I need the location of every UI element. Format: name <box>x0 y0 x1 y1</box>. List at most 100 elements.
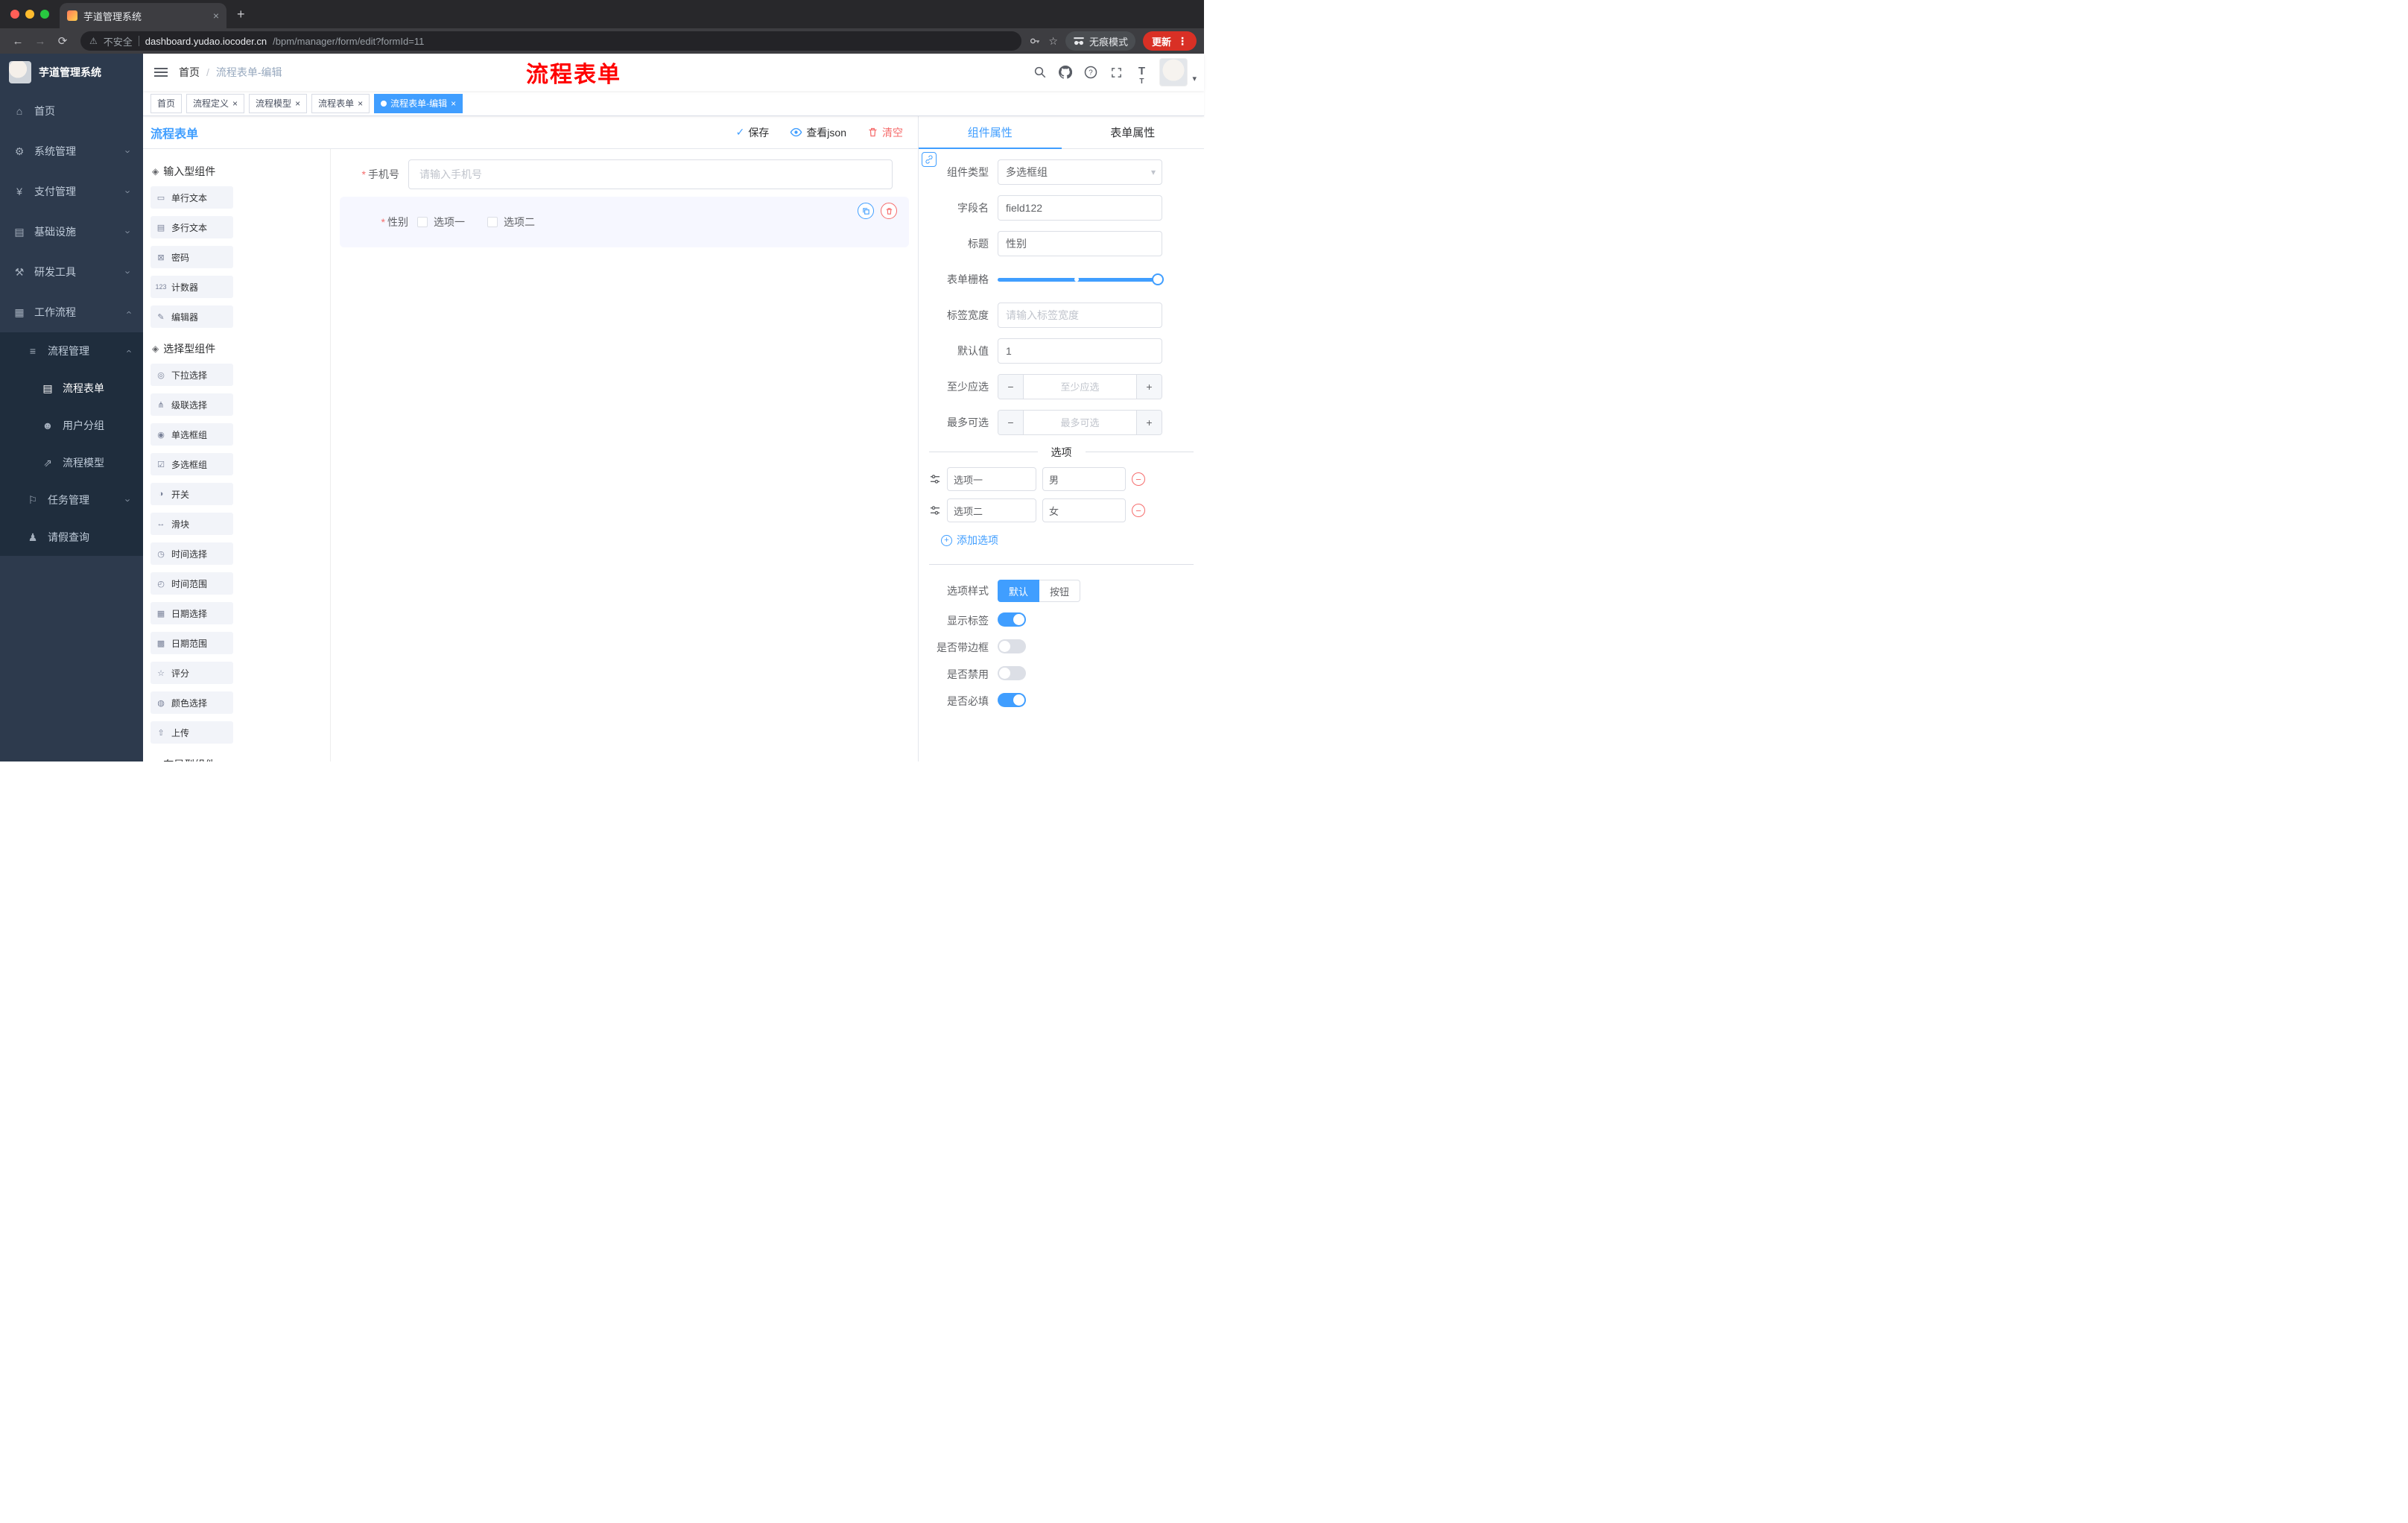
view-json-button[interactable]: 查看json <box>790 125 846 140</box>
font-size-icon[interactable]: TT <box>1134 65 1149 86</box>
remove-option-button[interactable] <box>1132 504 1145 517</box>
tag-close-icon[interactable] <box>232 98 238 109</box>
address-bar[interactable]: ⚠ 不安全 dashboard.yudao.iocoder.cn /bpm/ma… <box>80 31 1022 51</box>
palette-item-cascader[interactable]: ⋔ 级联选择 <box>150 393 233 416</box>
field-name-input[interactable] <box>998 195 1162 221</box>
add-option-button[interactable]: 添加选项 <box>919 533 1204 548</box>
style-button-button[interactable]: 按钮 <box>1039 580 1081 602</box>
hamburger-icon[interactable] <box>143 68 179 77</box>
palette-item-single-text[interactable]: ▭ 单行文本 <box>150 186 233 209</box>
search-icon[interactable] <box>1033 65 1048 80</box>
palette-item-select[interactable]: ◎ 下拉选择 <box>150 364 233 386</box>
forward-icon[interactable]: → <box>30 35 51 48</box>
palette-item-time-picker[interactable]: ◷ 时间选择 <box>150 542 233 565</box>
sidebar-item-process-form[interactable]: ▤ 流程表单 <box>0 370 143 407</box>
form-canvas[interactable]: 手机号 <box>331 149 918 762</box>
breadcrumb-home[interactable]: 首页 <box>179 65 200 80</box>
github-icon[interactable] <box>1058 65 1073 80</box>
palette-item-upload[interactable]: ⇧ 上传 <box>150 721 233 744</box>
browser-menu-icon[interactable] <box>1177 35 1188 48</box>
minimize-window-button[interactable] <box>25 10 34 19</box>
sidebar-item-system[interactable]: ⚙ 系统管理 <box>0 131 143 171</box>
drag-handle-icon[interactable] <box>929 473 941 485</box>
tag-close-icon[interactable] <box>451 98 456 109</box>
required-switch[interactable] <box>998 693 1026 707</box>
tab-component-props[interactable]: 组件属性 <box>919 116 1062 149</box>
palette-item-time-range[interactable]: ◴ 时间范围 <box>150 572 233 595</box>
max-select-input[interactable] <box>1024 411 1136 434</box>
disabled-switch[interactable] <box>998 666 1026 680</box>
bookmark-star-icon[interactable]: ☆ <box>1048 35 1058 48</box>
sidebar-item-task-mgmt[interactable]: ⚐ 任务管理 <box>0 481 143 519</box>
tag-close-icon[interactable] <box>295 98 300 109</box>
sidebar-item-workflow[interactable]: ▦ 工作流程 <box>0 292 143 332</box>
tag-home[interactable]: 首页 <box>150 93 183 113</box>
palette-item-date-picker[interactable]: ▦ 日期选择 <box>150 602 233 624</box>
default-value-input[interactable] <box>998 338 1162 364</box>
style-default-button[interactable]: 默认 <box>998 580 1040 602</box>
drag-handle-icon[interactable] <box>929 504 941 516</box>
gender-option1-checkbox[interactable]: 选项一 <box>417 215 465 229</box>
palette-item-slider[interactable]: ↔ 滑块 <box>150 513 233 535</box>
slider-track[interactable] <box>998 277 1162 282</box>
phone-field-row[interactable]: 手机号 <box>340 159 909 189</box>
delete-component-button[interactable] <box>881 203 897 219</box>
link-icon[interactable] <box>922 152 937 167</box>
sidebar-item-leave-query[interactable]: ♟ 请假查询 <box>0 519 143 556</box>
component-type-select[interactable]: 多选框组 <box>998 159 1162 185</box>
show-label-switch[interactable] <box>998 612 1026 627</box>
min-select-input[interactable] <box>1024 375 1136 399</box>
sidebar-item-payment[interactable]: ¥ 支付管理 <box>0 171 143 212</box>
label-width-input[interactable] <box>998 303 1162 328</box>
form-grid-slider[interactable] <box>998 267 1164 292</box>
palette-item-multi-text[interactable]: ▤ 多行文本 <box>150 216 233 238</box>
new-tab-button[interactable] <box>226 0 256 28</box>
palette-item-rate[interactable]: ☆ 评分 <box>150 662 233 684</box>
option-value-input[interactable] <box>1042 467 1126 491</box>
tag-process-definition[interactable]: 流程定义 <box>186 93 245 113</box>
browser-tab[interactable]: 芋道管理系统 <box>60 3 226 28</box>
sidebar-item-user-group[interactable]: ☻ 用户分组 <box>0 407 143 444</box>
option-label-input[interactable] <box>947 498 1036 522</box>
fullscreen-icon[interactable] <box>1109 65 1124 80</box>
password-key-icon[interactable] <box>1029 35 1041 47</box>
tag-process-form-edit[interactable]: 流程表单-编辑 <box>374 93 463 113</box>
palette-item-switch[interactable]: ◑ 开关 <box>150 483 233 505</box>
help-icon[interactable]: ? <box>1083 65 1098 80</box>
option-value-input[interactable] <box>1042 498 1126 522</box>
decrease-button[interactable] <box>998 411 1024 434</box>
remove-option-button[interactable] <box>1132 472 1145 486</box>
maximize-window-button[interactable] <box>40 10 49 19</box>
palette-item-editor[interactable]: ✎ 编辑器 <box>150 305 233 328</box>
sidebar-logo[interactable]: 芋道管理系统 <box>0 54 143 91</box>
palette-item-counter[interactable]: 123 计数器 <box>150 276 233 298</box>
reload-icon[interactable]: ⟳ <box>52 34 73 48</box>
sidebar-item-devtools[interactable]: ⚒ 研发工具 <box>0 252 143 292</box>
avatar-caret-icon[interactable] <box>1192 74 1197 83</box>
increase-button[interactable] <box>1136 411 1162 434</box>
title-input[interactable] <box>998 231 1162 256</box>
palette-item-password[interactable]: ⊠ 密码 <box>150 246 233 268</box>
tag-process-form[interactable]: 流程表单 <box>311 93 370 113</box>
update-browser-button[interactable]: 更新 <box>1142 31 1197 51</box>
palette-item-radio-group[interactable]: ◉ 单选框组 <box>150 423 233 446</box>
sidebar-item-home[interactable]: ⌂ 首页 <box>0 91 143 131</box>
gender-field-row-selected[interactable]: 性别 选项一 选项二 <box>340 197 909 247</box>
decrease-button[interactable] <box>998 375 1024 399</box>
tab-close-icon[interactable] <box>213 10 219 22</box>
checkbox-box[interactable] <box>487 217 498 227</box>
border-switch[interactable] <box>998 639 1026 653</box>
sidebar-item-process-model[interactable]: ⇗ 流程模型 <box>0 444 143 481</box>
gender-option2-checkbox[interactable]: 选项二 <box>487 215 535 229</box>
clear-button[interactable]: 清空 <box>867 125 903 140</box>
avatar[interactable] <box>1159 58 1188 86</box>
increase-button[interactable] <box>1136 375 1162 399</box>
palette-item-date-range[interactable]: ▩ 日期范围 <box>150 632 233 654</box>
sidebar-item-infrastructure[interactable]: ▤ 基础设施 <box>0 212 143 252</box>
palette-item-color-picker[interactable]: ◍ 颜色选择 <box>150 691 233 714</box>
slider-handle[interactable] <box>1152 273 1164 285</box>
tag-close-icon[interactable] <box>358 98 363 109</box>
option-label-input[interactable] <box>947 467 1036 491</box>
copy-component-button[interactable] <box>858 203 874 219</box>
back-icon[interactable]: ← <box>7 35 28 48</box>
